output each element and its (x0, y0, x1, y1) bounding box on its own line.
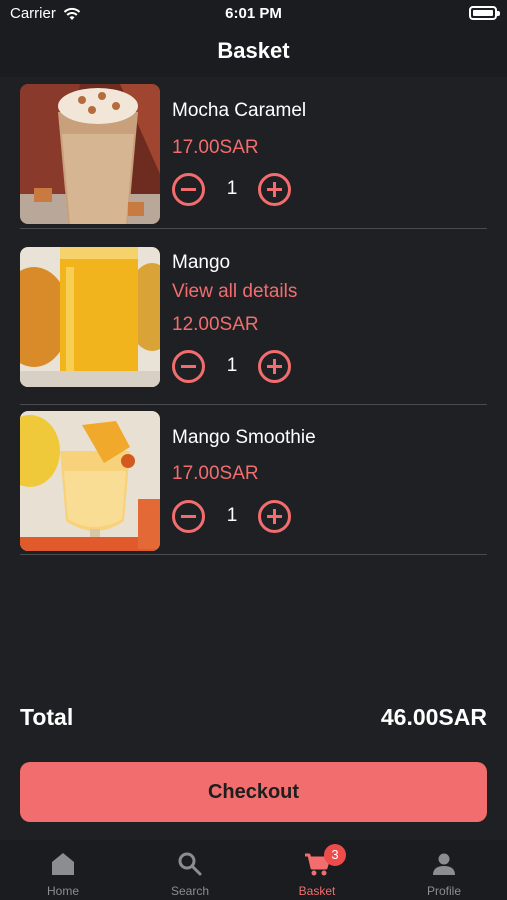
decrease-quantity-button[interactable] (172, 500, 205, 533)
basket-item[interactable]: Mocha Caramel 17.00SAR 1 (20, 77, 487, 229)
tab-bar: Home Search 3 Basket Profile (0, 840, 507, 900)
increase-quantity-button[interactable] (258, 500, 291, 533)
minus-icon (181, 365, 196, 368)
item-quantity: 1 (226, 178, 238, 199)
minus-icon (181, 515, 196, 518)
tab-profile[interactable]: Profile (381, 840, 507, 900)
item-image-mango (20, 247, 160, 387)
decrease-quantity-button[interactable] (172, 173, 205, 206)
item-price: 17.00SAR (172, 463, 259, 484)
view-details-link[interactable]: View all details (172, 281, 297, 303)
basket-item[interactable]: Mango Smoothie 17.00SAR 1 (20, 405, 487, 555)
search-icon (178, 852, 202, 876)
tab-home-label: Home (46, 884, 79, 898)
item-image-mango-smoothie (20, 411, 160, 551)
item-name: Mocha Caramel (172, 100, 307, 121)
basket-item[interactable]: Mango View all details 12.00SAR 1 (20, 229, 487, 405)
checkout-button[interactable]: Checkout (20, 762, 487, 822)
quantity-stepper: 1 (172, 350, 302, 386)
cart-count-badge: 3 (324, 844, 346, 866)
item-image-mocha-caramel (20, 84, 160, 224)
home-icon (52, 853, 74, 875)
minus-icon (181, 188, 196, 191)
quantity-stepper: 1 (172, 500, 302, 536)
item-name: Mango Smoothie (172, 427, 316, 448)
increase-quantity-button[interactable] (258, 350, 291, 383)
plus-icon-v (273, 182, 276, 197)
item-price: 12.00SAR (172, 314, 259, 335)
nav-header: Basket (0, 28, 507, 77)
basket-list: Mocha Caramel 17.00SAR 1 Mango View all … (20, 77, 487, 555)
tab-profile-label: Profile (426, 884, 461, 898)
item-quantity: 1 (226, 355, 238, 376)
battery-icon (469, 6, 500, 20)
tab-home[interactable]: Home (0, 840, 126, 900)
total-row: Total 46.00SAR (20, 704, 487, 736)
item-quantity: 1 (226, 505, 238, 526)
tab-basket-label: Basket (298, 884, 336, 898)
item-name: Mango (172, 252, 231, 273)
total-value: 46.00SAR (380, 704, 487, 730)
status-time: 6:01 PM (225, 5, 282, 22)
decrease-quantity-button[interactable] (172, 350, 205, 383)
plus-icon-v (273, 509, 276, 524)
tab-basket[interactable]: 3 Basket (254, 840, 380, 900)
quantity-stepper: 1 (172, 173, 302, 209)
tab-search-label: Search (170, 884, 210, 898)
item-price: 17.00SAR (172, 137, 259, 158)
tab-search[interactable]: Search (127, 840, 253, 900)
profile-icon (433, 853, 455, 875)
page-title: Basket (217, 38, 290, 63)
plus-icon-v (273, 359, 276, 374)
increase-quantity-button[interactable] (258, 173, 291, 206)
status-bar: Carrier 6:01 PM (0, 0, 507, 28)
total-label: Total (20, 704, 74, 730)
